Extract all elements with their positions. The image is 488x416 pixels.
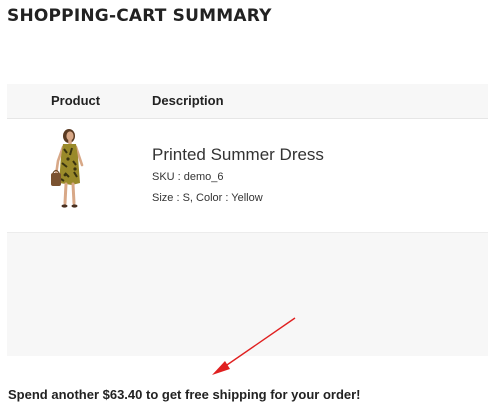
cart-summary-table: Product Description Printed Summer Dress… [7,84,488,356]
product-name-link[interactable]: Printed Summer Dress [152,145,324,165]
column-header-description: Description [152,93,224,108]
free-shipping-message: Spend another $63.40 to get free shippin… [8,387,361,402]
column-header-product: Product [51,93,101,108]
page-title: SHOPPING-CART SUMMARY [7,6,272,26]
table-row: Printed Summer Dress SKU : demo_6 Size :… [7,119,488,233]
product-attributes: Size : S, Color : Yellow [152,192,263,204]
product-image[interactable] [45,127,93,213]
table-header-row: Product Description [7,84,488,119]
product-sku: SKU : demo_6 [152,171,224,183]
